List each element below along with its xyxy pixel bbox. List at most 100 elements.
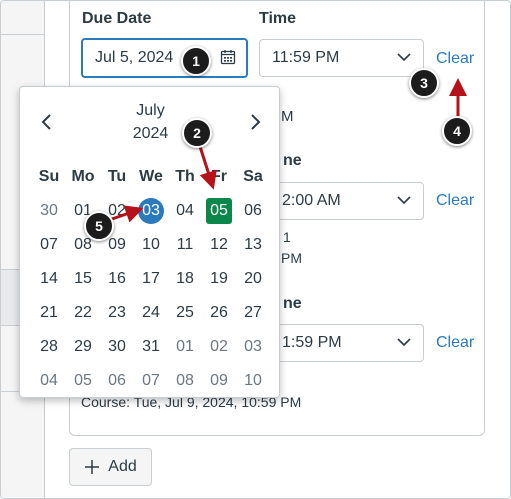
calendar-day[interactable]: 16: [100, 262, 134, 296]
calendar-day[interactable]: 11: [168, 228, 202, 262]
calendar-day-number: 22: [74, 304, 92, 321]
calendar-day[interactable]: 24: [134, 296, 168, 330]
weekday-header: Mo: [71, 168, 95, 185]
weekday-header: We: [139, 168, 163, 185]
callout-marker-3: 3: [409, 68, 439, 98]
due-date-label: Due Date: [82, 10, 152, 27]
calendar-day[interactable]: 09: [202, 364, 236, 398]
calendar-day[interactable]: 13: [236, 228, 270, 262]
calendar-day-number: 10: [244, 372, 262, 389]
available-from-time-select[interactable]: 2:00 AM: [259, 182, 424, 220]
calendar-day-number: 09: [210, 372, 228, 389]
weekday-header: Sa: [243, 168, 263, 185]
chevron-right-icon[interactable]: [250, 113, 262, 131]
add-assignee-button[interactable]: Add: [69, 448, 152, 486]
screenshot-frame: Due Date Time Jul 5, 2024 11:59 PM Clear…: [0, 0, 511, 499]
calendar-day-number: 10: [142, 236, 160, 253]
calendar-week-row: 14 15 16 17 18 19 20: [32, 262, 270, 296]
weekday-header: Su: [38, 168, 60, 185]
calendar-grid: Su Mo Tu We Th Fr Sa 30 01 02 03 04 05 06 07 08 09 10 11 1…: [32, 160, 270, 398]
calendar-day-number: 06: [108, 372, 126, 389]
callout-marker-4: 4: [442, 116, 472, 146]
due-date-input[interactable]: Jul 5, 2024: [81, 38, 248, 78]
calendar-day-number: 28: [40, 338, 58, 355]
calendar-day[interactable]: 01: [168, 330, 202, 364]
weekday-header: Fr: [211, 168, 227, 185]
calendar-day[interactable]: 14: [32, 262, 66, 296]
calendar-day[interactable]: 06: [100, 364, 134, 398]
chevron-down-icon: [397, 53, 411, 62]
calendar-day-number: 26: [210, 304, 228, 321]
calendar-month: July: [136, 102, 165, 119]
callout-marker-5: 5: [84, 211, 114, 241]
due-date-value: Jul 5, 2024: [95, 49, 174, 66]
until-time-value: 1:59 PM: [282, 334, 342, 351]
available-from-clear-button[interactable]: Clear: [436, 192, 474, 210]
calendar-day[interactable]: 27: [236, 296, 270, 330]
calendar-day[interactable]: 30: [32, 194, 66, 228]
calendar-day[interactable]: 12: [202, 228, 236, 262]
calendar-day[interactable]: 25: [168, 296, 202, 330]
calendar-day-number: 04: [40, 372, 58, 389]
calendar-week-row: 21 22 23 24 25 26 27: [32, 296, 270, 330]
calendar-day[interactable]: 19: [202, 262, 236, 296]
date-picker-popup: July 2024 Su Mo Tu We Th Fr Sa 30 01 02 03 04 05 06 0…: [19, 86, 280, 398]
until-time-select[interactable]: 1:59 PM: [259, 324, 424, 362]
calendar-day-number: 30: [108, 338, 126, 355]
calendar-day[interactable]: 30: [100, 330, 134, 364]
calendar-day-number: 08: [176, 372, 194, 389]
calendar-day-number: 11: [176, 236, 194, 253]
calendar-day[interactable]: 02: [202, 330, 236, 364]
calendar-day[interactable]: 08: [168, 364, 202, 398]
calendar-day[interactable]: 03: [236, 330, 270, 364]
until-clear-button[interactable]: Clear: [436, 334, 474, 352]
weekday-header: Tu: [107, 168, 127, 185]
calendar-day-number: 18: [176, 270, 194, 287]
calendar-day[interactable]: 28: [32, 330, 66, 364]
calendar-day[interactable]: 04: [32, 364, 66, 398]
calendar-week-row: 07 08 09 10 11 12 13: [32, 228, 270, 262]
calendar-day[interactable]: 29: [66, 330, 100, 364]
due-time-label: Time: [259, 10, 297, 27]
calendar-day-number: 13: [244, 236, 262, 253]
weekday-header: Th: [175, 168, 195, 185]
calendar-day-number: 20: [244, 270, 262, 287]
calendar-day-number: 24: [142, 304, 160, 321]
until-time-label: ne: [283, 295, 302, 312]
calendar-day-number: 05: [74, 372, 92, 389]
calendar-day[interactable]: 17: [134, 262, 168, 296]
calendar-day[interactable]: 21: [32, 296, 66, 330]
calendar-day[interactable]: 05: [66, 364, 100, 398]
calendar-day[interactable]: 07: [32, 228, 66, 262]
calendar-day-number: 02: [210, 338, 228, 355]
calendar-day[interactable]: 06: [236, 194, 270, 228]
calendar-day-number: 01: [176, 338, 194, 355]
calendar-day-number: 14: [40, 270, 58, 287]
available-from-time-value: 2:00 AM: [282, 192, 341, 209]
available-from-note-line2: PM: [281, 250, 302, 266]
calendar-day-number: 16: [108, 270, 126, 287]
calendar-day[interactable]: 18: [168, 262, 202, 296]
calendar-day-number: 25: [176, 304, 194, 321]
chevron-down-icon: [397, 196, 411, 205]
calendar-day[interactable]: 15: [66, 262, 100, 296]
calendar-day[interactable]: 31: [134, 330, 168, 364]
calendar-day[interactable]: 22: [66, 296, 100, 330]
due-clear-button[interactable]: Clear: [436, 50, 474, 68]
due-time-select[interactable]: 11:59 PM: [259, 39, 424, 77]
calendar-day-today[interactable]: 03: [134, 194, 168, 228]
calendar-day-number: 03: [244, 338, 262, 355]
calendar-day[interactable]: 23: [100, 296, 134, 330]
calendar-day[interactable]: 26: [202, 296, 236, 330]
calendar-day[interactable]: 20: [236, 262, 270, 296]
calendar-day-selected[interactable]: 05: [202, 194, 236, 228]
calendar-day-number: 03: [138, 198, 164, 224]
calendar-day[interactable]: 04: [168, 194, 202, 228]
calendar-day-number: 31: [142, 338, 160, 355]
calendar-day-number: 06: [244, 202, 262, 219]
calendar-day[interactable]: 07: [134, 364, 168, 398]
calendar-week-row: 04 05 06 07 08 09 10: [32, 364, 270, 398]
calendar-day[interactable]: 10: [236, 364, 270, 398]
calendar-icon[interactable]: [220, 49, 236, 65]
calendar-day[interactable]: 10: [134, 228, 168, 262]
